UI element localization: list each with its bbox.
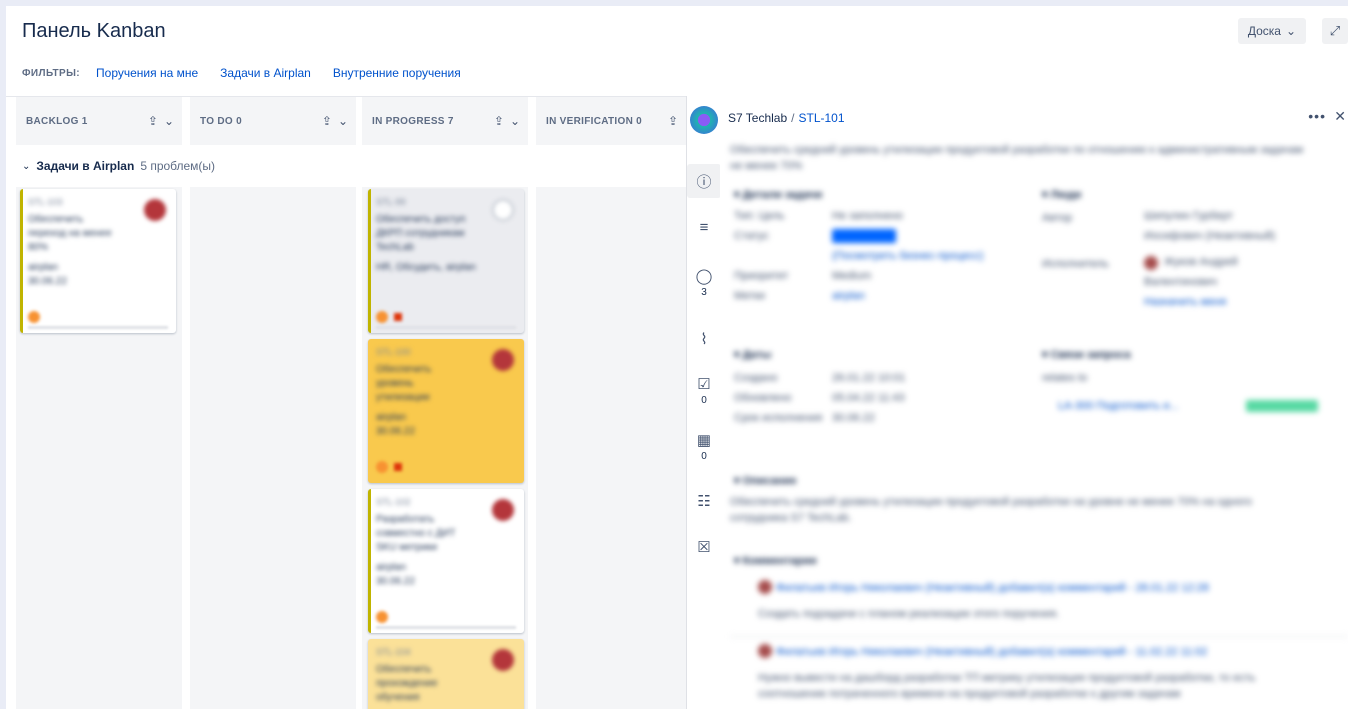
board-button-label: Доска xyxy=(1247,24,1281,38)
filter-airplan-tasks[interactable]: Задачи в Airplan xyxy=(220,66,311,80)
comments-icon[interactable]: ◯ 3 xyxy=(687,260,721,304)
column-title: IN VERIFICATION 0 xyxy=(546,115,643,127)
chevron-down-icon: ⌄ xyxy=(1285,24,1296,38)
column-title: IN PROGRESS 7 xyxy=(372,115,454,127)
column-backlog: BACKLOG 1 ⇪ ⌄ STL-103 Обеспечить переход н… xyxy=(16,97,182,709)
checklist-icon[interactable]: ☒ xyxy=(687,530,721,564)
column-in-progress: IN PROGRESS 7 ⇪ ⌄ STL-99 Обеспечить досту… xyxy=(362,97,528,709)
issue-key-link[interactable]: STL-101 xyxy=(799,111,845,125)
column-title: BACKLOG 1 xyxy=(26,115,88,127)
chevron-down-icon[interactable]: ⌄ xyxy=(164,114,174,128)
column-header: BACKLOG 1 ⇪ ⌄ xyxy=(16,97,182,145)
detail-side-rail: ⓘ ≡ ◯ 3 ⌇ ☑ 0 ▦ 0 ☷ ☒ xyxy=(686,96,721,709)
description-icon[interactable]: ≡ xyxy=(687,210,721,244)
filters-label: ФИЛЬТРЫ: xyxy=(22,67,81,79)
filter-internal-tasks[interactable]: Внутренние поручения xyxy=(333,66,461,80)
issue-card[interactable]: STL-100 Обеспечить уровень утилизации airp… xyxy=(368,339,524,483)
subtasks-count: 0 xyxy=(701,394,707,406)
share-icon[interactable]: ⇪ xyxy=(148,114,158,128)
kanban-board: BACKLOG 1 ⇪ ⌄ STL-103 Обеспечить переход н… xyxy=(6,96,686,709)
avatar xyxy=(492,199,514,221)
share-icon[interactable]: ⇪ xyxy=(668,114,678,128)
close-icon[interactable]: ✕ xyxy=(1334,108,1346,125)
column-header: TO DO 0 ⇪ ⌄ xyxy=(190,97,356,145)
top-actions: Доска ⌄ ⤢ xyxy=(1237,18,1348,44)
priority-icon xyxy=(376,461,388,473)
info-icon[interactable]: ⓘ xyxy=(687,164,721,198)
swimlane-count: 5 проблем(ы) xyxy=(140,159,216,173)
chevron-down-icon: ⌄ xyxy=(22,160,31,172)
priority-icon xyxy=(28,311,40,323)
column-title: TO DO 0 xyxy=(200,115,242,127)
comments-count: 3 xyxy=(701,286,707,298)
swimlane-title: Задачи в Airplan xyxy=(36,159,135,173)
issue-card[interactable]: STL-104 Обеспечить прохождение обучения xyxy=(368,639,524,709)
chevron-down-icon[interactable]: ⌄ xyxy=(338,114,348,128)
issue-detail-panel: S7 Techlab / STL-101 ••• ✕ Обеспечить ср… xyxy=(720,96,1348,709)
app-window: Панель Kanban Доска ⌄ ⤢ ФИЛЬТРЫ: Поручен… xyxy=(6,6,1348,709)
subtasks-icon[interactable]: ☑ 0 xyxy=(687,368,721,412)
page-title: Панель Kanban xyxy=(22,20,166,42)
more-actions-icon[interactable]: ••• xyxy=(1308,108,1326,124)
chevron-down-icon[interactable]: ⌄ xyxy=(510,114,520,128)
share-icon[interactable]: ⇪ xyxy=(494,114,504,128)
column-header: IN VERIFICATION 0 ⇪ xyxy=(536,97,686,145)
issue-card[interactable]: STL-99 Обеспечить доступ ДКРП сотрудникам… xyxy=(368,189,524,333)
breadcrumb: S7 Techlab / STL-101 xyxy=(728,111,845,125)
avatar xyxy=(144,199,166,221)
avatar xyxy=(492,499,514,521)
issue-card[interactable]: STL-102 Разработать совместно с ДИТ SKU ме… xyxy=(368,489,524,633)
column-todo: TO DO 0 ⇪ ⌄ xyxy=(190,97,356,709)
priority-icon xyxy=(376,311,388,323)
column-body xyxy=(190,187,356,709)
breadcrumb-separator: / xyxy=(791,111,795,125)
quick-filters: ФИЛЬТРЫ: Поручения на мне Задачи в Airpl… xyxy=(22,66,461,80)
project-avatar-icon xyxy=(690,106,718,134)
swimlane-header[interactable]: ⌄ Задачи в Airplan 5 проблем(ы) xyxy=(22,159,215,173)
filter-assigned-to-me[interactable]: Поручения на мне xyxy=(96,66,198,80)
issue-card[interactable]: STL-103 Обеспечить переход на менее 80% ai… xyxy=(20,189,176,333)
expand-icon[interactable]: ⤢ xyxy=(1322,18,1348,44)
column-body xyxy=(536,187,686,709)
flag-icon xyxy=(394,463,402,471)
project-name[interactable]: S7 Techlab xyxy=(728,111,787,125)
attachment-icon[interactable]: ⌇ xyxy=(687,322,721,356)
column-header: IN PROGRESS 7 ⇪ ⌄ xyxy=(362,97,528,145)
table-icon[interactable]: ▦ 0 xyxy=(687,424,721,468)
list-icon[interactable]: ☷ xyxy=(687,484,721,518)
table-count: 0 xyxy=(701,450,707,462)
flag-icon xyxy=(394,313,402,321)
column-in-verification: IN VERIFICATION 0 ⇪ xyxy=(536,97,702,709)
board-dropdown-button[interactable]: Доска ⌄ xyxy=(1237,18,1306,44)
priority-icon xyxy=(376,611,388,623)
avatar xyxy=(492,349,514,371)
avatar xyxy=(492,649,514,671)
share-icon[interactable]: ⇪ xyxy=(322,114,332,128)
